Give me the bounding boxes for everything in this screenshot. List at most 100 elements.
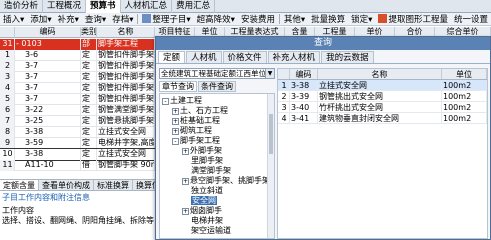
tree-node[interactable]: 电梯井架 (191, 216, 223, 226)
tree-node[interactable]: - 土建工程 (162, 96, 202, 106)
organize-button[interactable]: 整理子目▾ (139, 13, 193, 25)
table-row[interactable]: 1 3-6 定 钢管扣件脚手架15m以 (0, 50, 155, 61)
tree-node-label: 土、石方工程 (180, 106, 228, 115)
dialog-tab-price-file[interactable]: 价格文件 (222, 51, 267, 63)
add-label: 添加 (30, 15, 48, 25)
tree-node[interactable]: + 外脚手架 (182, 146, 222, 156)
scrollbar-thumb[interactable] (269, 114, 273, 154)
tree-node[interactable]: 满堂脚手架 (191, 166, 231, 176)
extract-drawing-button[interactable]: 提取图形工程量 (375, 13, 451, 25)
tree-node-label: 外脚手架 (190, 146, 222, 155)
result-table-header: 编码 名称 单位 (278, 69, 487, 80)
tab-standard-conversion[interactable]: 标准换算 (94, 180, 133, 190)
install-fee-label: 安装费用 (240, 15, 275, 25)
work-content-subtab[interactable]: 子目工作内容和附注信息 (0, 192, 155, 204)
table-row[interactable]: 4 3-7 定 钢管扣件脚手架15m以 (0, 83, 155, 94)
row-type: 定 (81, 72, 97, 83)
table-row[interactable]: 2 3-7 定 钢管扣件脚手架15m以 (0, 61, 155, 72)
tab-condition-search[interactable]: 条件查询 (198, 81, 236, 92)
install-fee-button[interactable]: 安装费用 (238, 13, 278, 25)
tree-node[interactable]: + 砌筑工程 (172, 126, 212, 136)
result-row[interactable]: 3 3-40 竹杆挑出式安全网 100m2 (278, 102, 487, 113)
save-button[interactable]: 存档▾ (109, 13, 136, 25)
other-button[interactable]: 其他▾ (281, 13, 308, 25)
supplement-button[interactable]: 补充▾ (55, 13, 82, 25)
tab-budget-book[interactable]: 预算书 (86, 0, 121, 13)
result-row[interactable]: 2 3-39 钢管挑出式安全网 100m2 (278, 91, 487, 102)
table-row[interactable]: 7 3-25 定 钢管悬挑脚手架,高度 (0, 116, 155, 127)
expand-icon[interactable]: + (172, 118, 179, 125)
table-row[interactable]: 11 A11-10 借 钢管脚手架 90m内 (0, 160, 155, 171)
insert-button[interactable]: 插入▾ (0, 13, 27, 25)
result-row[interactable]: 1 3-38 立挂式安全网 100m2 (278, 80, 487, 91)
tree-node[interactable]: 里脚手架 (191, 156, 223, 166)
tab-quota-content[interactable]: 定额含量 (0, 180, 39, 190)
organize-label: 整理子目 (152, 15, 187, 25)
bottom-tab-bar: 定额含量 查看单价构成 标准换算 换算信息 (0, 179, 172, 191)
tab-unit-price-composition[interactable]: 查看单价构成 (39, 180, 94, 190)
find-label: 查询 (84, 15, 102, 25)
header-index (278, 69, 290, 79)
dialog-tab-quota[interactable]: 定额 (158, 51, 186, 63)
super-height-button[interactable]: 超高降效▾ (194, 13, 238, 25)
tree-node-label: 脚手架工程 (180, 136, 220, 145)
batch-replace-button[interactable]: 批量换算 (308, 13, 348, 25)
table-row[interactable]: 6 3-22 定 钢管满堂脚手架 (0, 105, 155, 116)
expand-icon[interactable]: + (182, 178, 189, 185)
expand-icon[interactable]: + (182, 148, 189, 155)
row-code: 3-38 (15, 149, 81, 160)
row-number: 10 (0, 149, 15, 160)
tab-chapter-search[interactable]: 章节查询 (159, 81, 197, 92)
result-unit: 100m2 (442, 102, 487, 112)
tab-labor-material-summary[interactable]: 人材机汇总 (121, 0, 173, 13)
chevron-down-icon[interactable]: ▼ (265, 69, 274, 78)
table-row[interactable]: 31 - 0103 部 脚手架工程 (0, 39, 155, 50)
tree-node[interactable]: + 悬空脚手架、挑脚手架 (182, 176, 270, 186)
unified-setting-button[interactable]: 统一设置 (451, 13, 491, 25)
expand-icon[interactable]: + (172, 108, 179, 115)
result-index: 4 (278, 113, 290, 123)
dialog-tab-supplement[interactable]: 补充人材机 (267, 51, 321, 63)
table-row[interactable]: 8 3-38 定 立挂式安全网 (0, 127, 155, 138)
dialog-title: 查询 (156, 37, 490, 50)
dialog-tab-cloud-data[interactable]: 我的云数据 (321, 51, 374, 63)
tree-node[interactable]: 架空运输道 (191, 226, 231, 236)
tree-node-selected[interactable]: 安全网 (191, 196, 217, 206)
row-code: 3-25 (15, 116, 81, 127)
tree-node[interactable]: 独立斜道 (191, 186, 223, 196)
row-name: 立挂式安全网 (97, 149, 155, 160)
result-row[interactable]: 4 3-41 建筑物垂直封闭安全网 100m2 (278, 113, 487, 124)
collapse-icon[interactable]: - (162, 98, 169, 105)
tree-scrollbar[interactable] (267, 94, 274, 238)
table-row-selected[interactable]: 10 3-38 定 立挂式安全网 (0, 148, 156, 161)
table-row[interactable]: 3 3-7 定 钢管扣件脚手架15m以 (0, 72, 155, 83)
row-number: 2 (0, 61, 15, 72)
row-name: 钢管扣件脚手架15m以 (98, 61, 155, 72)
work-content-label: 工作内容 (2, 206, 34, 215)
header-rowno (0, 27, 15, 38)
header-name: 名称 (97, 27, 155, 38)
collapse-icon[interactable]: - (172, 138, 179, 145)
row-number: 5 (0, 94, 15, 105)
row-type: 部 (81, 39, 97, 50)
table-row[interactable]: 5 3-7 定 钢管扣件脚手架15m以 (0, 94, 155, 105)
tree-node[interactable]: + 土、石方工程 (172, 106, 228, 116)
tab-project-overview[interactable]: 工程概况 (43, 0, 87, 13)
insert-label: 插入 (3, 15, 21, 25)
tree-node[interactable]: - 脚手架工程 (172, 136, 220, 146)
batch-replace-label: 批量换算 (311, 15, 346, 25)
tab-cost-analysis[interactable]: 造价分析 (0, 0, 44, 13)
tree-node-label: 架空运输道 (191, 226, 231, 235)
dialog-tab-labor-material[interactable]: 人材机 (186, 51, 222, 63)
row-number: 3 (0, 72, 15, 83)
expand-icon[interactable]: + (182, 208, 189, 215)
tree-node[interactable]: + 烟囱脚手 (182, 206, 222, 216)
quota-library-select[interactable]: 全统建筑工程基础定额江西单位估价价 ▼ (159, 68, 275, 79)
add-button[interactable]: 添加▾ (27, 13, 54, 25)
find-button[interactable]: 查询▾ (82, 13, 109, 25)
tree-node[interactable]: + 桩基础工程 (172, 116, 220, 126)
lock-button[interactable]: 锁定▾ (348, 13, 375, 25)
tab-fee-summary[interactable]: 费用汇总 (172, 0, 216, 13)
table-row[interactable]: 9 3-59 定 电梯井字架,高度40m (0, 138, 155, 149)
expand-icon[interactable]: + (172, 128, 179, 135)
